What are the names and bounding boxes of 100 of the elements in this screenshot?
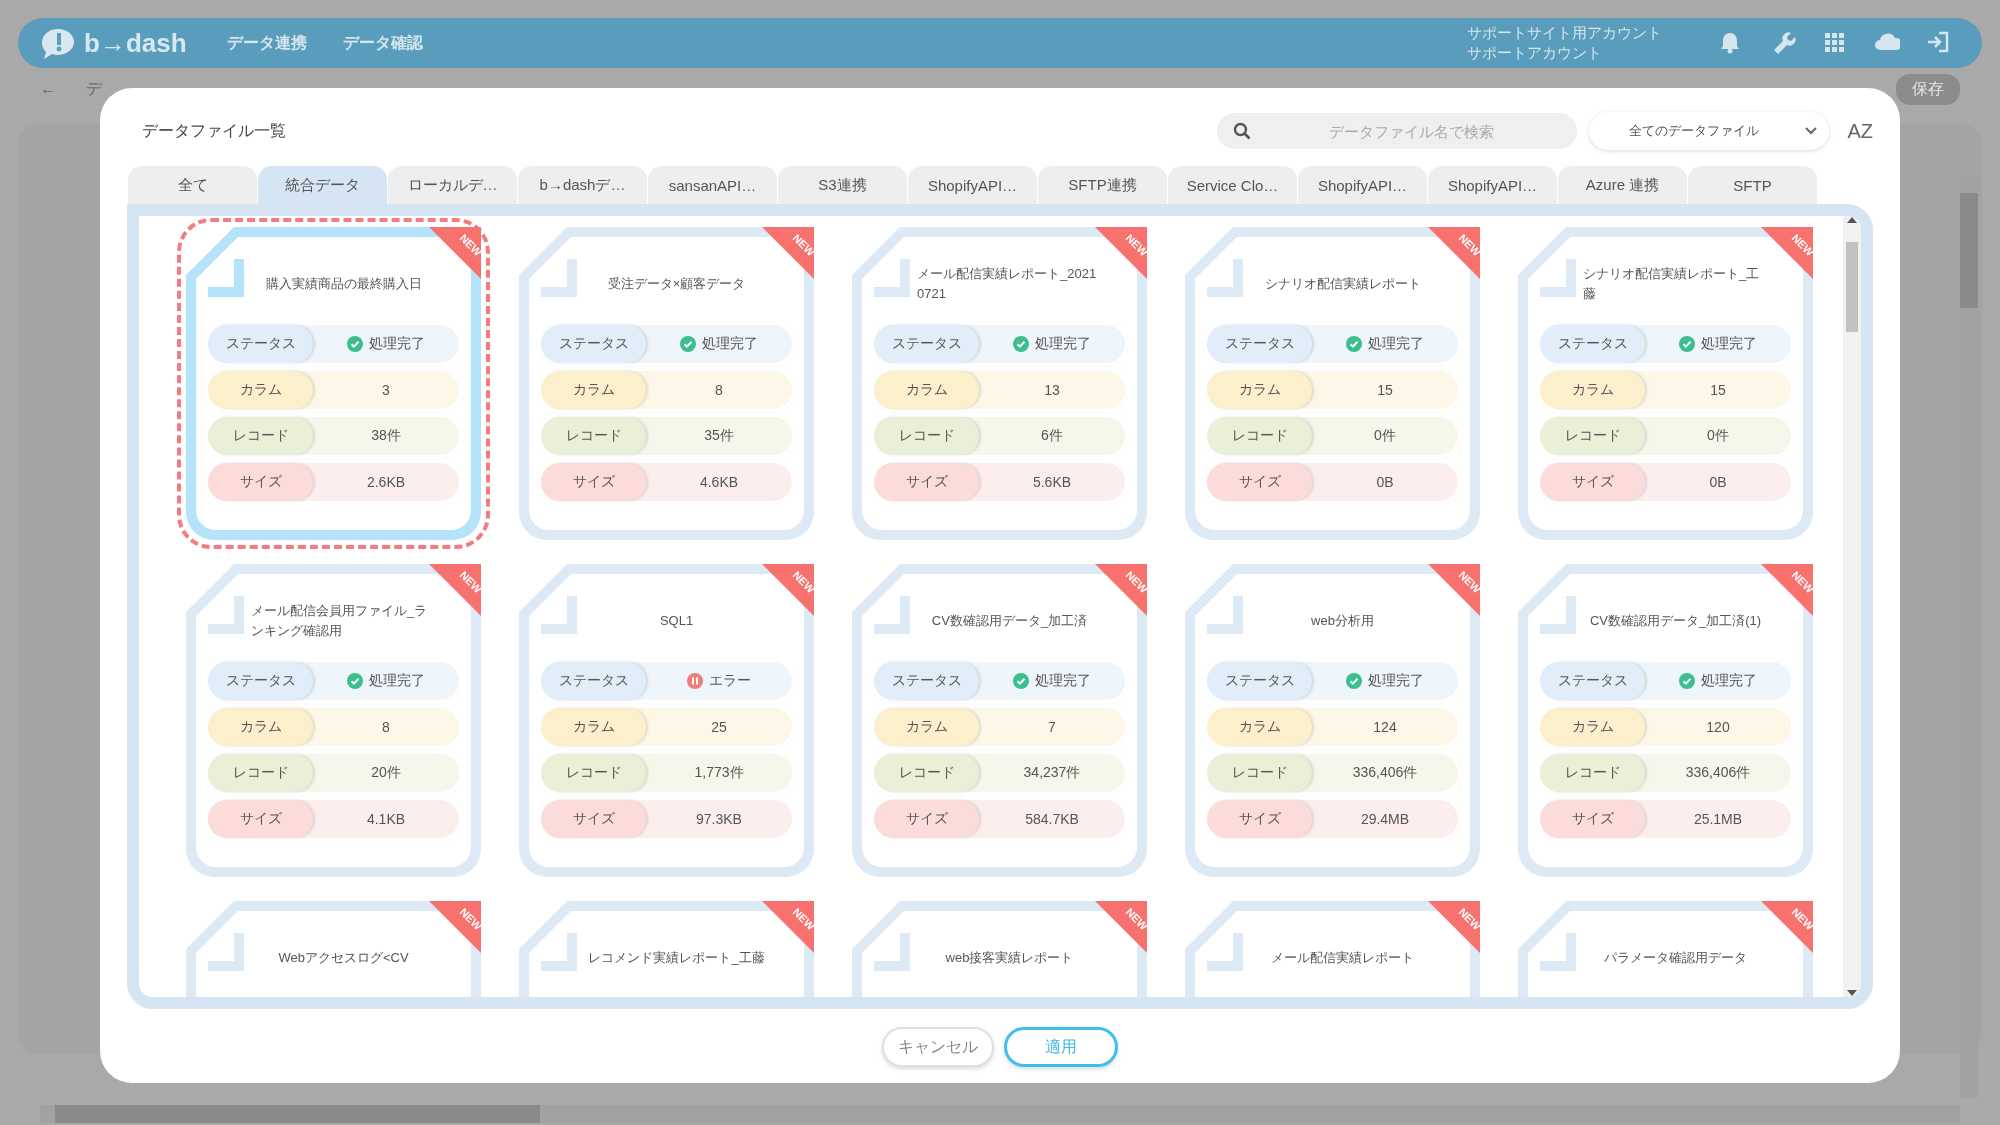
field-value: 1,773件	[694, 764, 744, 782]
field-value: 38件	[371, 427, 401, 445]
field-value: 34,237件	[1023, 764, 1081, 782]
field-label: カラム	[541, 708, 646, 746]
file-name: メール配信会員用ファイル_ランキング確認用	[251, 602, 429, 640]
field-label: ステータス	[1207, 325, 1312, 363]
field-value: 4.1KB	[366, 811, 406, 827]
field-value: 97.3KB	[696, 811, 742, 827]
scrollbar[interactable]	[1843, 216, 1861, 997]
field-value: 4.6KB	[699, 474, 739, 490]
tab[interactable]: ローカルデ…	[388, 166, 517, 204]
chevron-down-icon	[1805, 127, 1818, 135]
file-name: メール配信実績レポート_20210721	[917, 265, 1098, 303]
field-value: 0件	[1374, 427, 1396, 445]
field-label: カラム	[208, 371, 313, 409]
file-name: web分析用	[1311, 612, 1374, 630]
field-label: レコード	[874, 754, 979, 792]
file-name: シナリオ配信実績レポート_工藤	[1583, 265, 1761, 303]
field-label: サイズ	[1540, 463, 1645, 501]
file-name: シナリオ配信実績レポート	[1264, 275, 1421, 293]
account-name: サポートサイト用アカウント	[1467, 23, 1662, 43]
field-label: カラム	[541, 371, 646, 409]
field-label: カラム	[874, 371, 979, 409]
tab[interactable]: SFTP連携	[1038, 166, 1167, 204]
field-value: 処理完了	[1035, 672, 1091, 690]
field-label: カラム	[1207, 371, 1312, 409]
scroll-down-icon	[1847, 989, 1857, 997]
field-label: ステータス	[1540, 325, 1645, 363]
field-label: ステータス	[874, 325, 979, 363]
file-name: 受注データ×顧客データ	[607, 275, 746, 293]
field-value: 15	[1377, 382, 1393, 398]
field-label: カラム	[208, 708, 313, 746]
field-label: カラム	[1207, 708, 1312, 746]
field-label: カラム	[874, 708, 979, 746]
field-label: カラム	[1540, 371, 1645, 409]
tab[interactable]: 統合データ	[258, 166, 387, 204]
field-value: 20件	[371, 764, 401, 782]
dialog-title: データファイル一覧	[142, 120, 287, 141]
field-label: サイズ	[874, 463, 979, 501]
field-value: 8	[382, 719, 390, 735]
field-value: 15	[1710, 382, 1726, 398]
sort-button[interactable]: AZ	[1847, 119, 1873, 143]
scroll-thumb[interactable]	[55, 1105, 540, 1123]
field-label: サイズ	[1207, 463, 1312, 501]
field-value: 0B	[1709, 474, 1727, 490]
field-value: 処理完了	[1368, 335, 1424, 353]
scroll-up-icon	[1847, 216, 1857, 224]
field-value: 25	[711, 719, 727, 735]
tab[interactable]: SFTP	[1688, 166, 1817, 204]
tab[interactable]: ShopifyAPI…	[1298, 166, 1427, 204]
field-value: 処理完了	[1368, 672, 1424, 690]
tab[interactable]: sansanAPI…	[648, 166, 777, 204]
file-name: メール配信実績レポート	[1271, 949, 1414, 967]
scrollbar[interactable]	[40, 1105, 1960, 1123]
tab[interactable]: ShopifyAPI…	[1428, 166, 1557, 204]
field-label: レコード	[541, 754, 646, 792]
search-field[interactable]: データファイル名で検索	[1217, 113, 1578, 149]
field-label: レコード	[1540, 417, 1645, 455]
field-value: 13	[1044, 382, 1060, 398]
field-label: サイズ	[874, 800, 979, 838]
search-icon	[1233, 122, 1252, 140]
scroll-thumb[interactable]	[1960, 193, 1978, 308]
field-value: 処理完了	[1035, 335, 1091, 353]
field-value: 6件	[1041, 427, 1063, 445]
field-value: 0B	[1376, 474, 1394, 490]
field-label: レコード	[874, 417, 979, 455]
field-value: 2.6KB	[366, 474, 406, 490]
field-value: 3	[382, 382, 390, 398]
tab[interactable]: 全て	[128, 166, 257, 204]
field-label: ステータス	[208, 325, 313, 363]
field-value: 120	[1706, 719, 1730, 735]
tab[interactable]: S3連携	[778, 166, 907, 204]
field-label: サイズ	[208, 463, 313, 501]
file-name: Webアクセスログ<CV	[278, 949, 409, 967]
field-label: サイズ	[1540, 800, 1645, 838]
file-name: レコメンド実績レポート_工藤	[588, 949, 765, 967]
field-label: レコード	[208, 754, 313, 792]
field-value: 処理完了	[702, 335, 758, 353]
field-value: 5.6KB	[1032, 474, 1072, 490]
field-label: ステータス	[541, 325, 646, 363]
file-name: 購入実績商品の最終購入日	[265, 275, 422, 293]
tab[interactable]: Azure 連携	[1558, 166, 1687, 204]
scroll-thumb[interactable]	[1846, 242, 1858, 332]
field-value: 8	[715, 382, 723, 398]
field-label: カラム	[1540, 708, 1645, 746]
field-label: レコード	[1207, 417, 1312, 455]
breadcrumb: デ	[86, 78, 102, 99]
field-label: レコード	[1540, 754, 1645, 792]
field-value: 処理完了	[1701, 335, 1757, 353]
field-label: レコード	[1207, 754, 1312, 792]
field-label: ステータス	[208, 662, 313, 700]
tab[interactable]: b→dashデ…	[518, 166, 647, 204]
cancel-button[interactable]: キャンセル	[882, 1027, 994, 1067]
field-label: ステータス	[1540, 662, 1645, 700]
field-label: サイズ	[1207, 800, 1312, 838]
field-label: サイズ	[208, 800, 313, 838]
filter-dropdown[interactable]: 全てのデータファイル	[1589, 112, 1830, 150]
tab[interactable]: Service Clo…	[1168, 166, 1297, 204]
field-label: ステータス	[541, 662, 646, 700]
tab[interactable]: ShopifyAPI…	[908, 166, 1037, 204]
